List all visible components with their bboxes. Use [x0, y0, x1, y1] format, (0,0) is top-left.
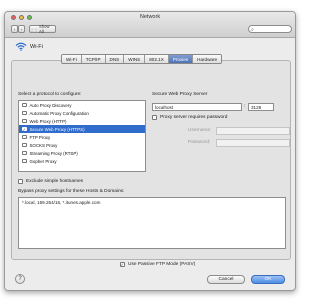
protocol-label: Automatic Proxy Configuration [29, 110, 89, 116]
password-required-label: Proxy server requires password [160, 115, 228, 120]
protocol-item[interactable]: Gopher Proxy [19, 157, 145, 165]
settings-tabs: Wi-Fi TCP/IP DNS WINS 802.1X Proxies Har… [61, 54, 223, 64]
port-separator: : [244, 104, 246, 109]
protocol-item[interactable]: FTP Proxy [19, 133, 145, 141]
tab-proxies[interactable]: Proxies [168, 55, 194, 63]
protocol-item[interactable]: Automatic Proxy Configuration [19, 109, 145, 117]
window-title: Network [139, 14, 161, 20]
network-window: Network ‹ › ⋮⋮ Show All ⌕ Wi-Fi Select a… [4, 11, 296, 291]
protocol-label: Auto Proxy Discovery [29, 102, 72, 108]
chevron-left-icon: ‹ [13, 26, 16, 32]
protocol-item[interactable]: Web Proxy (HTTP) [19, 117, 145, 125]
server-label: Secure Web Proxy Server [152, 92, 208, 97]
protocol-list[interactable]: Auto Proxy Discovery Automatic Proxy Con… [18, 100, 146, 172]
protocol-label: Secure Web Proxy (HTTPS) [29, 126, 85, 132]
tab-wins[interactable]: WINS [124, 55, 146, 63]
protocol-list-label: Select a protocol to configure: [18, 92, 82, 97]
protocol-item[interactable]: Streaming Proxy (RTSP) [19, 149, 145, 157]
passive-ftp-checkbox[interactable]: ✓ [120, 262, 125, 267]
exclude-simple-label: Exclude simple hostnames [26, 179, 84, 184]
protocol-item[interactable]: SOCKS Proxy [19, 141, 145, 149]
show-all-button[interactable]: ⋮⋮ Show All [29, 24, 56, 34]
protocol-checkbox[interactable] [22, 150, 27, 156]
protocol-checkbox[interactable] [22, 102, 27, 108]
interface-header: Wi-Fi [15, 42, 43, 51]
password-label: Password: [188, 140, 211, 145]
show-all-label: Show All [39, 24, 50, 34]
protocol-item-selected[interactable]: ✓ Secure Web Proxy (HTTPS) [19, 125, 145, 133]
bypass-textarea[interactable]: *.local, 169.254/16, *.itunes.apple.com [18, 197, 286, 249]
tab-tcpip[interactable]: TCP/IP [81, 55, 106, 63]
password-required-checkbox[interactable] [152, 115, 157, 120]
back-button[interactable]: ‹ [11, 25, 18, 33]
tab-wifi[interactable]: Wi-Fi [62, 55, 82, 63]
grid-icon: ⋮⋮ [30, 26, 38, 32]
search-icon: ⌕ [251, 26, 254, 33]
help-button[interactable]: ? [15, 274, 25, 284]
protocol-label: Gopher Proxy [29, 158, 57, 164]
protocol-checkbox[interactable] [22, 134, 27, 140]
forward-button[interactable]: › [18, 25, 25, 33]
exclude-simple-checkbox[interactable] [18, 179, 23, 184]
bypass-label: Bypass proxy settings for these Hosts & … [18, 189, 125, 194]
protocol-label: FTP Proxy [29, 134, 51, 140]
protocol-checkbox-checked[interactable]: ✓ [22, 127, 27, 132]
protocol-label: SOCKS Proxy [29, 142, 58, 148]
proxy-host-field[interactable]: localhost [152, 103, 242, 111]
protocol-label: Web Proxy (HTTP) [29, 118, 67, 124]
password-field[interactable] [216, 139, 290, 147]
wifi-icon [15, 42, 27, 51]
protocol-checkbox[interactable] [22, 118, 27, 124]
title-bar: Network ‹ › ⋮⋮ Show All ⌕ [5, 12, 295, 38]
cancel-button[interactable]: Cancel [207, 275, 245, 284]
search-field[interactable]: ⌕ [248, 25, 292, 33]
protocol-checkbox[interactable] [22, 110, 27, 116]
passive-ftp-label: Use Passive FTP Mode (PASV) [128, 262, 196, 267]
username-label: Username: [188, 128, 212, 133]
interface-name: Wi-Fi [30, 43, 43, 50]
protocol-item[interactable]: Auto Proxy Discovery [19, 101, 145, 109]
protocol-checkbox[interactable] [22, 142, 27, 148]
proxy-port-field[interactable]: 3128 [248, 103, 274, 111]
username-field[interactable] [216, 127, 290, 135]
protocol-checkbox[interactable] [22, 158, 27, 164]
chevron-right-icon: › [20, 26, 23, 32]
tab-hardware[interactable]: Hardware [193, 55, 222, 63]
tab-8021x[interactable]: 802.1X [145, 55, 169, 63]
protocol-label: Streaming Proxy (RTSP) [29, 150, 78, 156]
proxies-panel: Select a protocol to configure: Auto Pro… [11, 60, 291, 267]
ok-button[interactable]: OK [251, 275, 285, 284]
tab-dns[interactable]: DNS [105, 55, 125, 63]
